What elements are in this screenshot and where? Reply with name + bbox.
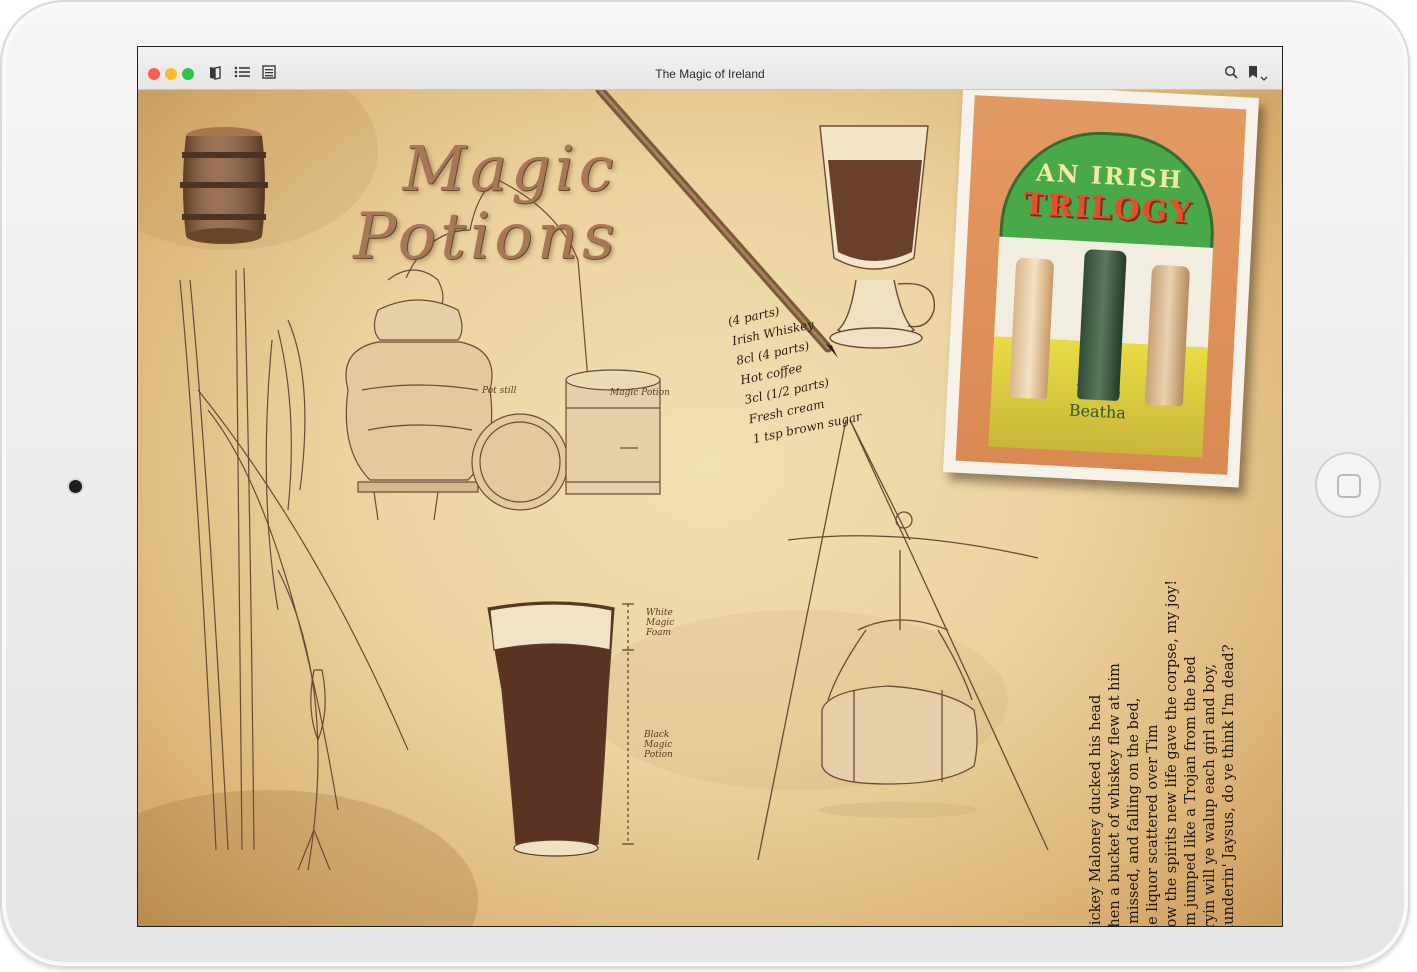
label-black-potion: Black Magic Potion: [644, 730, 673, 760]
poem-line: Cryin will ye walup each girl and boy,: [1202, 663, 1218, 926]
poem-line: It missed, and falling on the bed,: [1126, 697, 1142, 926]
poem-line: …: [1068, 580, 1087, 927]
barrel-icon-title: [180, 127, 268, 244]
bookmark-icon[interactable]: [1248, 65, 1258, 84]
window-title: The Magic of Ireland: [655, 67, 765, 81]
whiskey-bottle-3: [1144, 264, 1191, 407]
poem-line: thunderin' Jaysus, do ye think I'm dead?: [1221, 644, 1237, 926]
whiskey-bottle-2: [1077, 249, 1127, 402]
headline-line-2: Potions: [353, 200, 619, 274]
headline-line-1: Magic: [402, 132, 618, 205]
home-button[interactable]: [1315, 452, 1381, 518]
app-window: The Magic of Ireland Magic Potions Pot s…: [137, 46, 1283, 927]
label-pot-still: Pot still: [482, 386, 517, 396]
sign-arch: AN IRISH TRILOGY: [999, 126, 1219, 254]
chevron-down-icon[interactable]: [1260, 69, 1268, 87]
tablet-device: The Magic of Ireland Magic Potions Pot s…: [0, 0, 1410, 968]
tripod-barrel-sketch: [757, 419, 1049, 861]
poem-line: …: [1239, 580, 1258, 927]
label-white-foam: White Magic Foam: [646, 608, 675, 638]
title-bar: The Magic of Ireland: [138, 47, 1282, 90]
front-camera: [69, 480, 82, 493]
stout-glass-sketch: [487, 601, 634, 857]
poem-line: when a bucket of whiskey flew at him: [1107, 663, 1123, 926]
book-page: Magic Potions Pot still Magic Potion Whi…: [138, 90, 1282, 926]
irish-trilogy-photo: AN IRISH TRILOGY Uisce Beatha: [942, 90, 1260, 488]
poem-text: … Mickey Maloney ducked his head when a …: [1068, 579, 1256, 927]
poem-line: Now the spirits new life gave the corpse…: [1164, 579, 1180, 926]
photo-image: AN IRISH TRILOGY Uisce Beatha: [955, 95, 1247, 475]
poem-line: Mickey Maloney ducked his head: [1088, 694, 1104, 926]
home-button-square: [1337, 474, 1361, 498]
whiskey-bottle-1: [1008, 257, 1055, 400]
label-magic-potion: Magic Potion: [610, 388, 670, 398]
poem-line: the liquor scattered over Tim: [1145, 724, 1161, 926]
poem-line: Tim jumped like a Trojan from the bed: [1183, 656, 1199, 926]
search-icon[interactable]: [1224, 65, 1238, 84]
